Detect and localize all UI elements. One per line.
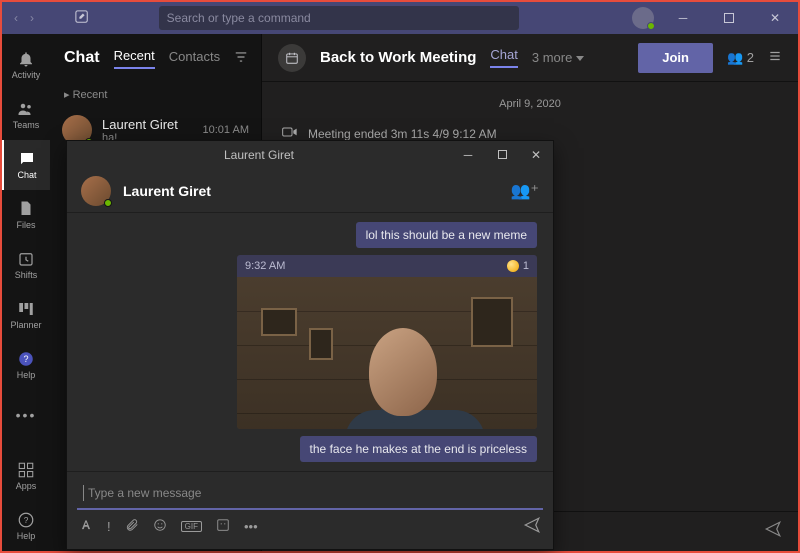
sent-bubble[interactable]: the face he makes at the end is priceles… (300, 436, 537, 462)
rail-teams[interactable]: Teams (2, 90, 50, 140)
rail-chat[interactable]: Chat (2, 140, 50, 190)
rail-label: Apps (16, 481, 37, 491)
rail-label: Planner (10, 320, 41, 330)
titlebar-right: ─ ✕ (632, 2, 798, 34)
rail-label: Shifts (15, 270, 38, 280)
send-icon[interactable] (523, 516, 541, 537)
popout-name: Laurent Giret (123, 183, 211, 199)
message-time: 9:32 AM (245, 260, 285, 272)
sticker-icon[interactable] (216, 518, 230, 535)
rail-more[interactable]: ••• (2, 390, 50, 440)
rail-help-bottom[interactable]: ? Help (2, 501, 50, 551)
sent-bubble[interactable]: lol this should be a new meme (356, 222, 537, 248)
group-recent[interactable]: ▸ Recent (50, 82, 261, 107)
rail-label: Files (16, 220, 35, 230)
tab-more[interactable]: 3 more (532, 50, 584, 65)
compose-input[interactable]: Type a new message (77, 478, 543, 510)
minimize-button[interactable]: ─ (666, 2, 700, 34)
maximize-button[interactable] (712, 2, 746, 34)
popout-title: Laurent Giret (67, 148, 451, 162)
meeting-ended-text: Meeting ended 3m 11s 4/9 9:12 AM (308, 127, 497, 141)
person-head (369, 328, 437, 416)
attach-icon[interactable] (125, 518, 139, 535)
list-icon[interactable] (768, 49, 782, 66)
participants-icon[interactable]: 👥 2 (727, 50, 754, 66)
rail-label: Help (17, 370, 36, 380)
more-icon[interactable]: ••• (244, 519, 258, 534)
search-placeholder: Search or type a command (167, 11, 311, 25)
rail-files[interactable]: Files (2, 190, 50, 240)
compose-placeholder: Type a new message (88, 486, 201, 500)
emoji-icon[interactable] (153, 518, 167, 535)
search-input[interactable]: Search or type a command (159, 6, 519, 30)
join-button[interactable]: Join (638, 43, 713, 73)
gif-icon[interactable]: GIF (181, 521, 202, 532)
date-divider: April 9, 2020 (282, 98, 778, 110)
avatar[interactable] (632, 7, 654, 29)
popout-compose: Type a new message ! GIF ••• (67, 471, 553, 549)
rail-label: Help (17, 531, 36, 541)
filter-icon[interactable] (234, 50, 248, 67)
popout-body: lol this should be a new meme 9:32 AM 1 … (67, 213, 553, 471)
conversation-header: Back to Work Meeting Chat 3 more Join 👥 … (262, 34, 798, 82)
popout-chat-window: Laurent Giret ─ ✕ Laurent Giret 👥⁺ lol t… (66, 140, 554, 550)
close-button[interactable]: ✕ (758, 2, 792, 34)
send-icon[interactable] (764, 520, 782, 543)
video-icon (282, 126, 298, 141)
laugh-emoji-icon (507, 260, 519, 272)
app-rail: Activity Teams Chat Files Shifts Planner (2, 34, 50, 551)
chat-item-time: 10:01 AM (203, 124, 249, 136)
chat-list-header: Chat Recent Contacts (50, 34, 261, 82)
tab-recent[interactable]: Recent (114, 48, 155, 69)
popout-close[interactable]: ✕ (519, 148, 553, 162)
chat-item-name: Laurent Giret (102, 117, 193, 132)
rail-apps[interactable]: Apps (2, 451, 50, 501)
urgent-icon[interactable]: ! (107, 519, 111, 534)
chevron-down-icon (576, 56, 584, 61)
presence-dot (647, 22, 655, 30)
chat-title: Chat (64, 49, 100, 67)
caret (83, 485, 84, 501)
titlebar: ‹ › Search or type a command ─ ✕ (2, 2, 798, 34)
people-add-icon[interactable]: 👥⁺ (511, 181, 539, 201)
rail-help[interactable]: ? Help (2, 340, 50, 390)
media-thumbnail[interactable] (237, 277, 537, 429)
tab-contacts[interactable]: Contacts (169, 49, 220, 68)
reaction[interactable]: 1 (507, 260, 529, 272)
popout-maximize[interactable] (485, 148, 519, 162)
media-header: 9:32 AM 1 (237, 255, 537, 277)
rail-planner[interactable]: Planner (2, 290, 50, 340)
popout-titlebar: Laurent Giret ─ ✕ (67, 141, 553, 169)
svg-text:?: ? (23, 354, 28, 364)
tab-chat[interactable]: Chat (490, 47, 517, 68)
back-icon[interactable]: ‹ (14, 11, 18, 25)
popout-header: Laurent Giret 👥⁺ (67, 169, 553, 213)
compose-toolbar: ! GIF ••• (77, 510, 543, 543)
popout-minimize[interactable]: ─ (451, 148, 485, 162)
rail-label: Chat (17, 170, 36, 180)
conversation-title: Back to Work Meeting (320, 49, 476, 66)
nav-buttons: ‹ › (2, 11, 62, 25)
format-icon[interactable] (79, 518, 93, 535)
calendar-icon (278, 44, 306, 72)
forward-icon[interactable]: › (30, 11, 34, 25)
rail-label: Activity (12, 70, 41, 80)
compose-icon[interactable] (62, 10, 102, 27)
svg-text:?: ? (24, 516, 29, 525)
rail-label: Teams (13, 120, 40, 130)
rail-activity[interactable]: Activity (2, 40, 50, 90)
media-message[interactable]: 9:32 AM 1 (237, 255, 537, 429)
presence-dot (104, 199, 112, 207)
rail-shifts[interactable]: Shifts (2, 240, 50, 290)
avatar[interactable] (81, 176, 111, 206)
